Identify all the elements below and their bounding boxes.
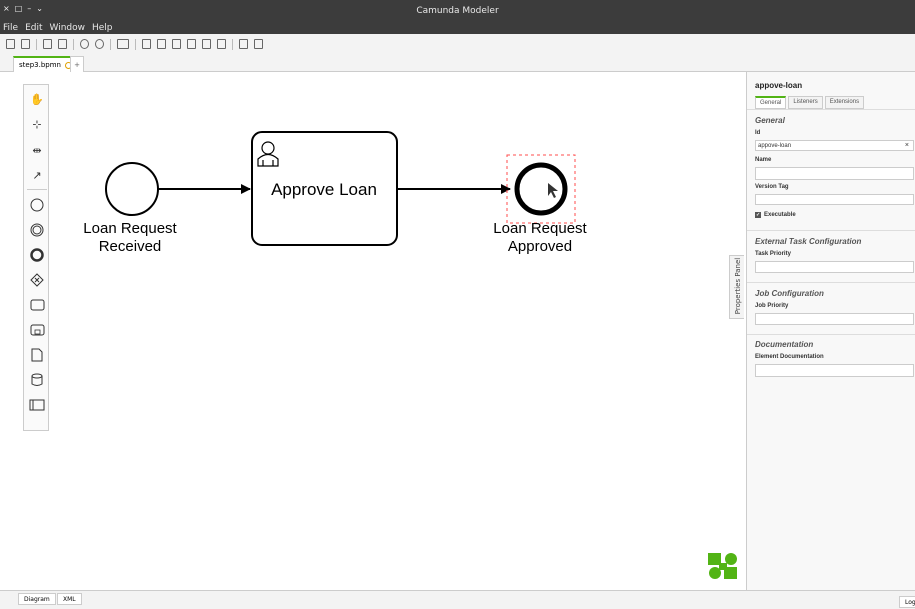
- camunda-logo-icon: [708, 553, 737, 579]
- properties-panel-toggle-label: Properties Panel: [734, 257, 742, 315]
- data-store-tool-icon[interactable]: [29, 372, 45, 388]
- task-priority-label: Task Priority: [755, 251, 791, 257]
- align-top-icon[interactable]: [187, 39, 196, 49]
- tool-palette: ✋ ⊹ ⇹ ↗: [23, 84, 49, 431]
- space-tool-icon[interactable]: ⇹: [29, 142, 45, 158]
- task-label: Approve Loan: [271, 180, 377, 199]
- window-title: Camunda Modeler: [416, 6, 499, 16]
- id-input[interactable]: appove-loan ×: [755, 140, 914, 151]
- menu-bar: File Edit Window Help: [0, 22, 915, 34]
- job-priority-input[interactable]: [755, 313, 914, 325]
- start-event-tool-icon[interactable]: [29, 197, 45, 213]
- hand-tool-icon[interactable]: ✋: [29, 91, 45, 107]
- bpmn-diagram: Approve Loan Loan Request Received Loan …: [83, 131, 588, 255]
- end-event-tool-icon[interactable]: [29, 247, 45, 263]
- camunda-modeler-window: × □ – ⌄ Camunda Modeler File Edit Window…: [0, 0, 915, 609]
- external-task-group-heading: External Task Configuration: [755, 237, 862, 246]
- align-center-icon[interactable]: [157, 39, 166, 49]
- palette-separator: [27, 189, 47, 190]
- task-tool-icon[interactable]: [29, 297, 45, 313]
- tab-general[interactable]: General: [755, 96, 787, 109]
- clear-id-icon[interactable]: ×: [905, 141, 909, 151]
- save-icon[interactable]: [43, 39, 52, 49]
- menu-help[interactable]: Help: [92, 23, 113, 33]
- align-middle-icon[interactable]: [202, 39, 211, 49]
- end-event-label-line2: Approved: [508, 238, 572, 255]
- toolbar: [0, 34, 915, 54]
- task-priority-input[interactable]: [755, 261, 914, 273]
- version-tag-input[interactable]: [755, 194, 914, 205]
- new-file-icon[interactable]: [6, 39, 15, 49]
- version-tag-label: Version Tag: [755, 184, 789, 190]
- tab-extensions[interactable]: Extensions: [824, 96, 865, 109]
- documentation-group-heading: Documentation: [755, 340, 814, 349]
- align-right-icon[interactable]: [172, 39, 181, 49]
- start-event-label-line1: Loan Request: [83, 220, 177, 237]
- id-label: Id: [755, 130, 761, 136]
- toolbar-separator: [232, 38, 233, 50]
- general-group-heading: General: [755, 116, 785, 125]
- tab-xml[interactable]: XML: [57, 593, 82, 605]
- checkmark-icon: ✓: [755, 212, 761, 218]
- tab-step3-bpmn[interactable]: step3.bpmn: [13, 56, 78, 72]
- name-label: Name: [755, 157, 772, 163]
- menu-edit[interactable]: Edit: [25, 23, 42, 33]
- start-event-label-line2: Received: [99, 238, 162, 255]
- redo-icon[interactable]: [95, 39, 104, 49]
- lasso-tool-icon[interactable]: ⊹: [29, 116, 45, 132]
- connect-tool-icon[interactable]: ↗: [29, 167, 45, 183]
- data-object-tool-icon[interactable]: [29, 347, 45, 363]
- save-as-icon[interactable]: [58, 39, 67, 49]
- tab-label: step3.bpmn: [19, 61, 61, 69]
- gateway-tool-icon[interactable]: [29, 272, 45, 288]
- toolbar-separator: [135, 38, 136, 50]
- job-priority-label: Job Priority: [755, 303, 789, 309]
- element-documentation-label: Element Documentation: [755, 354, 824, 360]
- tab-diagram[interactable]: Diagram: [18, 593, 56, 605]
- toolbar-separator: [73, 38, 74, 50]
- selected-element-id: appove-loan: [755, 81, 803, 90]
- export-image-icon[interactable]: [117, 39, 129, 49]
- menu-file[interactable]: File: [3, 23, 18, 33]
- distribute-vertical-icon[interactable]: [254, 39, 263, 49]
- intermediate-event-tool-icon[interactable]: [29, 222, 45, 238]
- divider: [747, 230, 915, 231]
- distribute-horizontal-icon[interactable]: [239, 39, 248, 49]
- properties-panel-toggle[interactable]: Properties Panel: [729, 255, 744, 319]
- name-textarea[interactable]: [755, 167, 914, 180]
- bottom-bar: Diagram XML Log: [0, 590, 915, 609]
- title-bar: × □ – ⌄ Camunda Modeler: [0, 0, 915, 22]
- executable-checkbox[interactable]: ✓ Executable: [755, 212, 796, 218]
- tab-listeners[interactable]: Listeners: [788, 96, 823, 109]
- executable-label: Executable: [764, 212, 796, 218]
- id-value: appove-loan: [758, 143, 792, 149]
- subprocess-tool-icon[interactable]: [29, 322, 45, 338]
- align-left-icon[interactable]: [142, 39, 151, 49]
- element-documentation-textarea[interactable]: [755, 364, 914, 377]
- job-config-group-heading: Job Configuration: [755, 289, 824, 298]
- undo-icon[interactable]: [80, 39, 89, 49]
- menu-window[interactable]: Window: [50, 23, 86, 33]
- divider: [747, 334, 915, 335]
- add-tab-button[interactable]: +: [70, 56, 84, 72]
- file-tabs: step3.bpmn +: [0, 54, 915, 72]
- start-event[interactable]: [105, 162, 159, 216]
- align-bottom-icon[interactable]: [217, 39, 226, 49]
- divider: [747, 109, 915, 110]
- end-event[interactable]: [514, 162, 568, 216]
- divider: [747, 282, 915, 283]
- pool-tool-icon[interactable]: [29, 397, 45, 413]
- toolbar-separator: [110, 38, 111, 50]
- toolbar-separator: [36, 38, 37, 50]
- open-file-icon[interactable]: [21, 39, 30, 49]
- log-button[interactable]: Log: [899, 596, 915, 608]
- properties-panel: appove-loan General Listeners Extensions…: [746, 72, 915, 590]
- end-event-label-line1: Loan Request: [493, 220, 587, 237]
- properties-tabs: General Listeners Extensions: [755, 96, 865, 109]
